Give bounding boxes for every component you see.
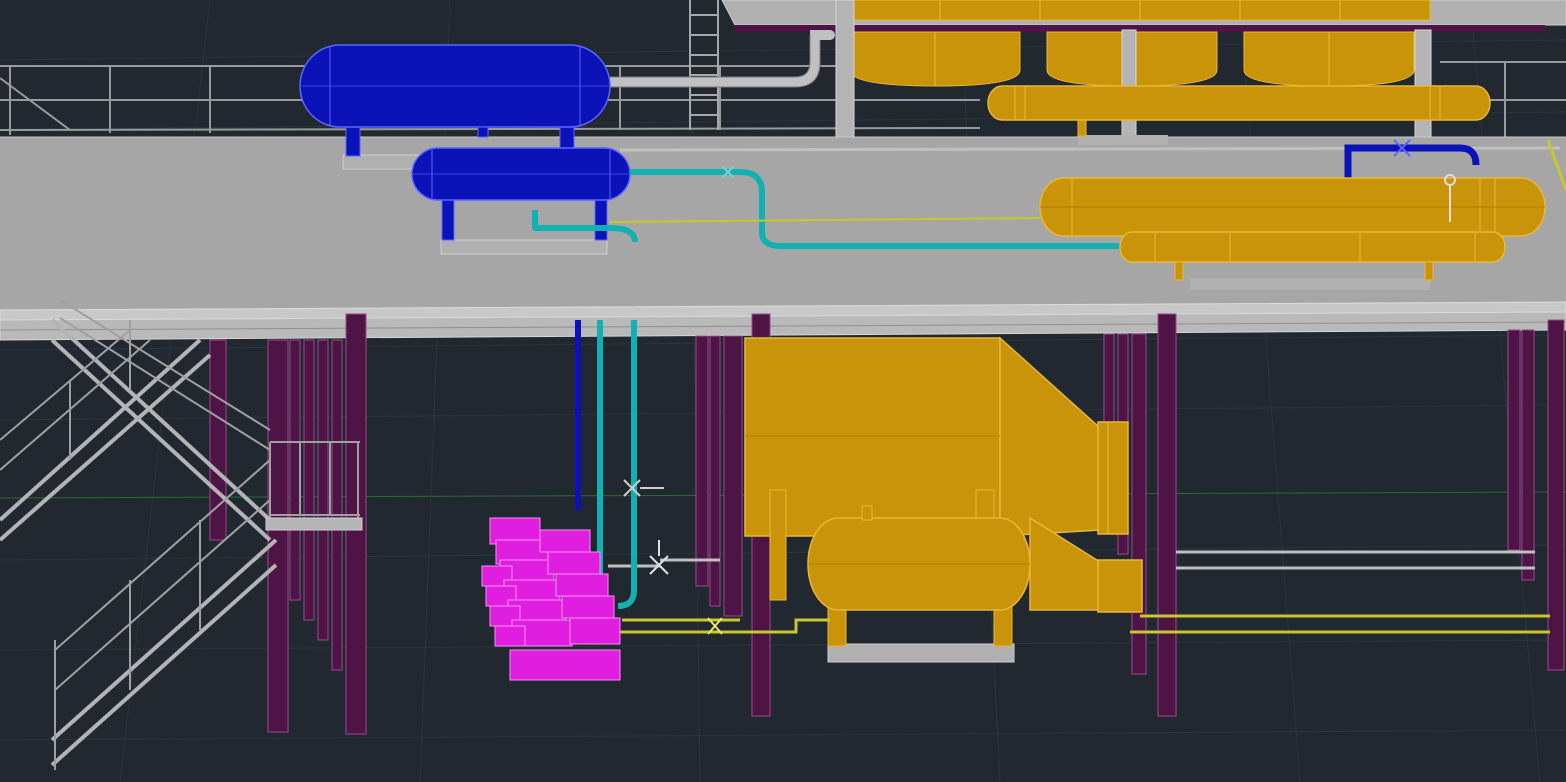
grey-valve[interactable] xyxy=(649,540,669,575)
gold-exchanger-large[interactable] xyxy=(1039,174,1546,237)
staircase[interactable] xyxy=(0,318,278,767)
gold-tank-1[interactable] xyxy=(849,31,1021,87)
stair-landing[interactable] xyxy=(265,517,363,531)
plant-model-scene[interactable] xyxy=(0,0,1566,782)
riser-valves[interactable] xyxy=(623,479,664,497)
gold-tank-3[interactable] xyxy=(1243,31,1415,87)
cad-3d-viewport[interactable] xyxy=(0,0,1566,782)
